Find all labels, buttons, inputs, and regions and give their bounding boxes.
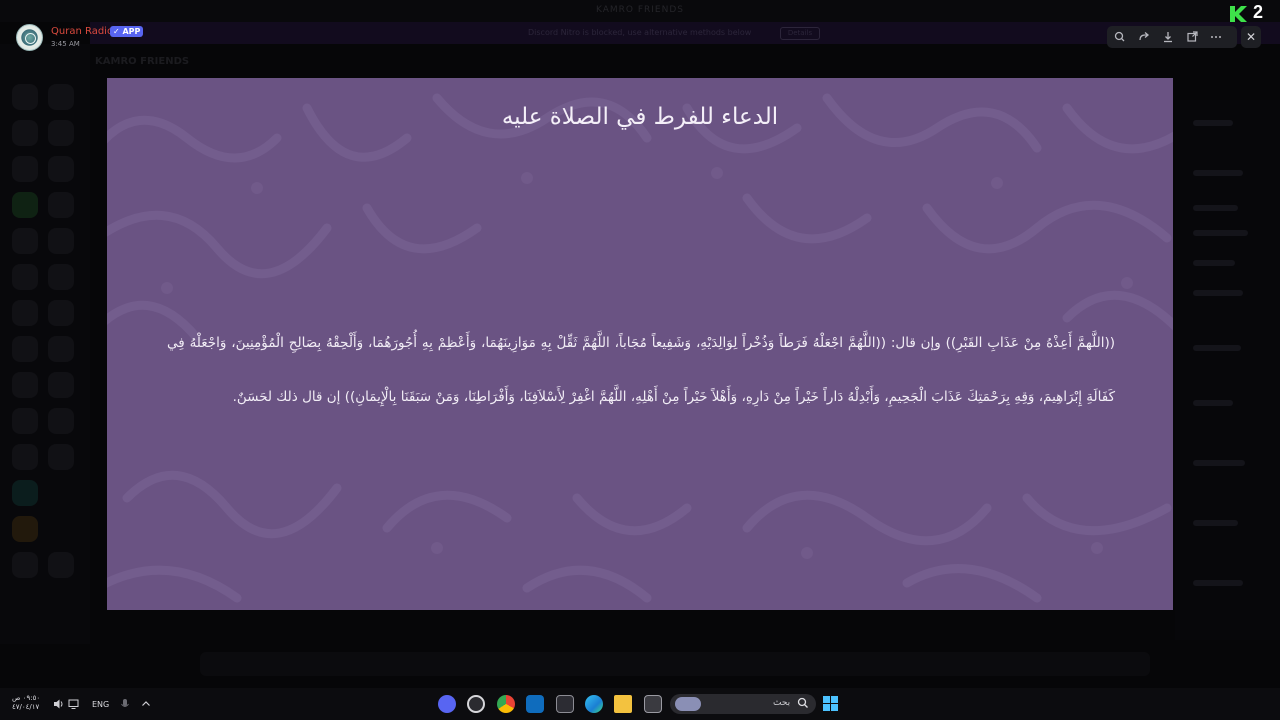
server-icon xyxy=(48,120,74,146)
member-entry xyxy=(1193,170,1243,176)
member-entry xyxy=(1193,120,1233,126)
server-icon xyxy=(48,156,74,182)
member-entry xyxy=(1193,460,1245,466)
server-icon xyxy=(12,408,38,434)
server-icon xyxy=(48,264,74,290)
server-icon xyxy=(48,444,74,470)
server-icon xyxy=(48,552,74,578)
server-icon xyxy=(12,372,38,398)
viewer-toolbar xyxy=(1107,26,1237,48)
forward-icon[interactable] xyxy=(1133,26,1155,48)
file-explorer-icon[interactable] xyxy=(614,695,632,713)
author-avatar[interactable] xyxy=(16,24,43,51)
edge-icon[interactable] xyxy=(585,695,603,713)
server-icon xyxy=(12,84,38,110)
server-icon xyxy=(12,120,38,146)
input-language[interactable]: ENG xyxy=(92,700,109,709)
taskbar xyxy=(0,688,1280,720)
server-icon xyxy=(12,552,38,578)
slide-body-text: ((اللَّهمَّ أَعِذْهُ مِنْ عَذَابِ القَبْ… xyxy=(167,335,1115,405)
server-icon xyxy=(12,264,38,290)
server-icon xyxy=(12,444,38,470)
background-banner-text: Discord Nitro is blocked, use alternativ… xyxy=(528,28,752,37)
background-window-title: KAMRO FRIENDS xyxy=(595,5,684,15)
background-message-composer xyxy=(200,652,1150,676)
server-icon xyxy=(48,408,74,434)
search-placeholder: بحث xyxy=(773,698,791,708)
search-highlight-icon xyxy=(675,697,701,711)
server-icon xyxy=(48,228,74,254)
close-viewer-button[interactable]: ✕ xyxy=(1241,26,1261,48)
message-timestamp: 3:45 AM xyxy=(51,40,80,48)
server-icon xyxy=(12,228,38,254)
background-channel-header: KAMRO FRIENDS xyxy=(95,56,190,67)
server-icon xyxy=(48,300,74,326)
windows-start-icon[interactable] xyxy=(823,696,839,712)
server-icon xyxy=(48,192,74,218)
background-server-list xyxy=(0,44,90,644)
slide-title: الدعاء للفرط في الصلاة عليه xyxy=(501,104,779,130)
chrome-icon[interactable] xyxy=(497,695,515,713)
member-entry xyxy=(1193,290,1243,296)
member-entry xyxy=(1193,580,1243,586)
server-icon xyxy=(12,336,38,362)
clock-date: ٤٧/٠٤/١٧ xyxy=(12,703,40,711)
member-entry xyxy=(1193,260,1235,266)
brand-logo-icon xyxy=(1230,6,1247,22)
network-icon[interactable] xyxy=(68,698,80,710)
discord-icon[interactable] xyxy=(438,695,456,713)
server-icon xyxy=(12,156,38,182)
member-entry xyxy=(1193,400,1233,406)
open-external-icon[interactable] xyxy=(1181,26,1203,48)
member-entry xyxy=(1193,345,1241,351)
clock[interactable]: ٠٩:٥٠ ص ٤٧/٠٤/١٧ xyxy=(12,694,40,712)
clock-time: ٠٩:٥٠ ص xyxy=(12,694,41,702)
microphone-icon[interactable] xyxy=(120,698,130,710)
app-window-icon[interactable] xyxy=(644,695,662,713)
server-icon xyxy=(48,336,74,362)
member-entry xyxy=(1193,520,1238,526)
server-icon xyxy=(48,372,74,398)
download-icon[interactable] xyxy=(1157,26,1179,48)
volume-icon[interactable] xyxy=(53,698,65,710)
server-icon xyxy=(12,192,38,218)
member-entry xyxy=(1193,205,1238,211)
server-icon xyxy=(12,300,38,326)
slide-image[interactable]: الدعاء للفرط في الصلاة عليه ((اللَّهمَّ … xyxy=(107,78,1173,610)
background-banner-button: Details xyxy=(780,27,820,40)
screen: KAMRO FRIENDS Discord Nitro is blocked, … xyxy=(0,0,1280,720)
app-icon[interactable] xyxy=(467,695,485,713)
outlook-icon[interactable] xyxy=(526,695,544,713)
server-icon xyxy=(12,516,38,542)
search-icon xyxy=(797,697,808,708)
store-icon[interactable] xyxy=(556,695,574,713)
server-icon xyxy=(48,84,74,110)
brand-number: 2 xyxy=(1253,2,1264,22)
member-entry xyxy=(1193,230,1248,236)
server-icon xyxy=(12,480,38,506)
chevron-up-icon[interactable] xyxy=(141,698,151,710)
app-badge: ✓ APP xyxy=(110,26,144,37)
more-icon[interactable] xyxy=(1205,26,1227,48)
author-name[interactable]: Quran Radio xyxy=(51,26,113,37)
zoom-icon[interactable] xyxy=(1109,26,1131,48)
background-member-list xyxy=(1175,100,1280,640)
